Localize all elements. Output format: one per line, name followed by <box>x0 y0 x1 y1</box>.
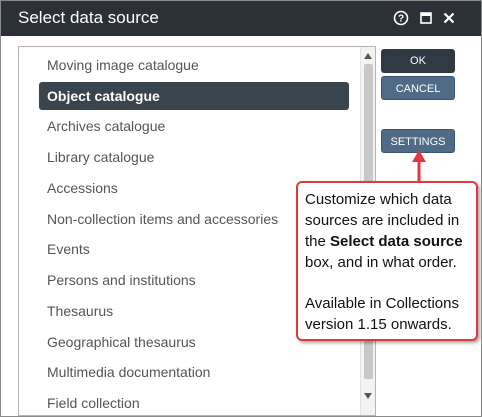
list-item-multimedia-documentation[interactable]: Multimedia documentation <box>39 358 349 386</box>
select-data-source-dialog: Select data source ? Moving image catalo… <box>0 0 482 417</box>
callout-text-part: box, and in what order. <box>305 254 457 271</box>
scroll-down-arrow-icon[interactable] <box>364 393 372 399</box>
help-icon[interactable]: ? <box>393 10 409 26</box>
list-item-library-catalogue[interactable]: Library catalogue <box>39 143 349 171</box>
maximize-icon[interactable] <box>418 10 434 26</box>
svg-text:?: ? <box>398 14 404 25</box>
title-bar: Select data source ? <box>1 1 481 36</box>
settings-tooltip-callout: Customize which data sources are include… <box>296 181 478 341</box>
callout-bold-text: Select data source <box>330 233 463 250</box>
cancel-button[interactable]: CANCEL <box>381 76 455 100</box>
list-item-field-collection[interactable]: Field collection <box>39 389 349 415</box>
callout-text-version: Available in Collections version 1.15 on… <box>305 295 459 333</box>
list-item-object-catalogue[interactable]: Object catalogue <box>39 82 349 110</box>
settings-button[interactable]: SETTINGS <box>381 129 455 153</box>
ok-button[interactable]: OK <box>381 49 455 73</box>
dialog-title: Select data source <box>18 8 159 27</box>
scroll-up-arrow-icon[interactable] <box>364 53 372 59</box>
list-item-moving-image-catalogue[interactable]: Moving image catalogue <box>39 51 349 79</box>
close-icon[interactable] <box>441 10 457 26</box>
callout-text-customize: Customize which data sources are include… <box>305 189 470 273</box>
list-item-archives-catalogue[interactable]: Archives catalogue <box>39 112 349 140</box>
